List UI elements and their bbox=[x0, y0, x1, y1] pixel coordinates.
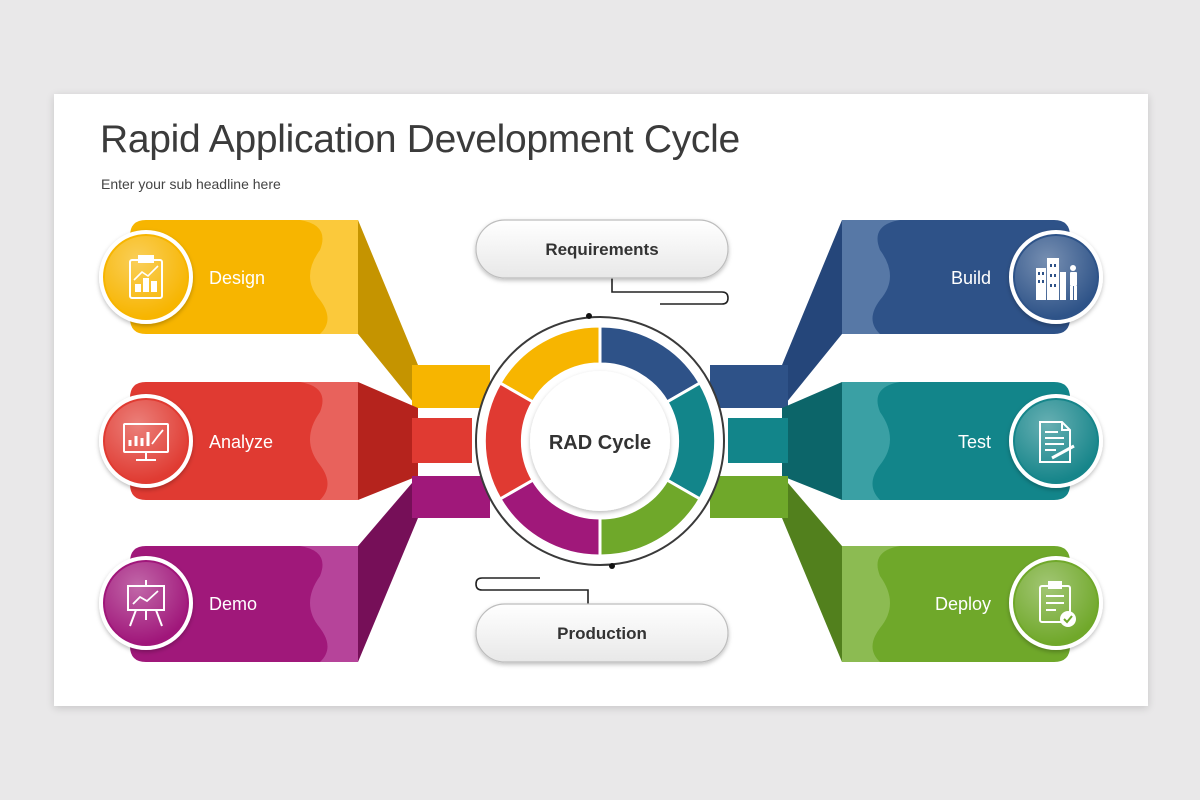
requirements-box: Requirements bbox=[475, 219, 729, 279]
analyze-label: Analyze bbox=[209, 432, 273, 452]
design-block bbox=[130, 220, 490, 408]
deploy-block bbox=[710, 476, 1070, 662]
analyze-icon-circle bbox=[99, 394, 193, 488]
design-label: Design bbox=[209, 268, 265, 288]
requirements-label: Requirements bbox=[545, 240, 658, 259]
demo-label: Demo bbox=[209, 594, 257, 614]
deploy-label: Deploy bbox=[935, 594, 991, 614]
production-box: Production bbox=[475, 603, 729, 663]
center-label: RAD Cycle bbox=[549, 432, 651, 454]
deploy-icon-circle bbox=[1009, 556, 1103, 650]
test-label: Test bbox=[958, 432, 991, 452]
demo-icon-circle bbox=[99, 556, 193, 650]
build-block bbox=[710, 220, 1070, 408]
design-icon-circle bbox=[99, 230, 193, 324]
rad-cycle-diagram: RAD Cycle Requirements Production Design bbox=[99, 219, 1103, 663]
build-icon-circle bbox=[1009, 230, 1103, 324]
build-label: Build bbox=[951, 268, 991, 288]
production-label: Production bbox=[557, 624, 647, 643]
demo-block bbox=[130, 476, 490, 662]
test-icon-circle bbox=[1009, 394, 1103, 488]
